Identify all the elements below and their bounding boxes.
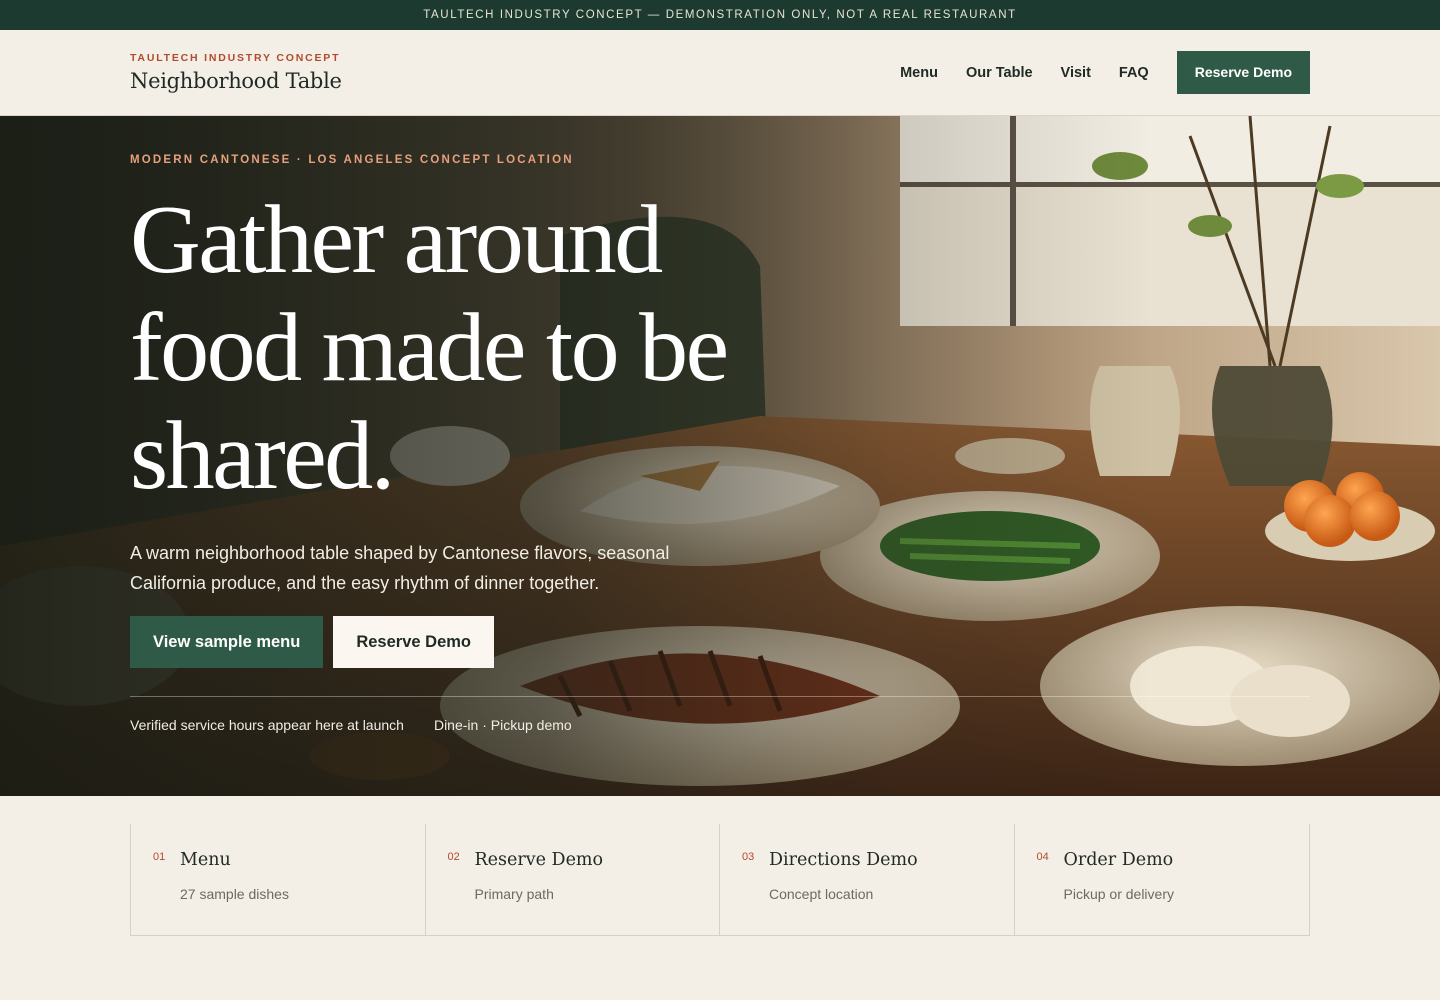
card-title: Reserve Demo (474, 850, 604, 870)
quick-link-directions[interactable]: 03 Directions Demo Concept location (720, 824, 1015, 935)
card-subtitle: Primary path (474, 886, 554, 902)
service-hours-note: Verified service hours appear here at la… (130, 717, 404, 733)
quick-link-reserve[interactable]: 02 Reserve Demo Primary path (426, 824, 720, 935)
hero-section: MODERN CANTONESE · LOS ANGELES CONCEPT L… (0, 116, 1440, 796)
header-reserve-button[interactable]: Reserve Demo (1176, 51, 1310, 94)
quick-links: 01 Menu 27 sample dishes 02 Reserve Demo… (130, 824, 1310, 936)
card-number: 04 (1036, 851, 1049, 863)
demo-disclaimer-banner: TAULTECH INDUSTRY CONCEPT — DEMONSTRATIO… (0, 0, 1440, 30)
card-subtitle: 27 sample dishes (180, 886, 289, 902)
card-number: 02 (447, 851, 460, 863)
hero-title: Gather around food made to be shared. (130, 186, 729, 510)
main-nav: Menu Our Table Visit FAQ Reserve Demo (900, 51, 1310, 94)
nav-link-visit[interactable]: Visit (1061, 65, 1091, 81)
nav-link-our-table[interactable]: Our Table (966, 65, 1033, 81)
hero-eyebrow: MODERN CANTONESE · LOS ANGELES CONCEPT L… (130, 154, 574, 166)
card-number: 03 (742, 851, 755, 863)
quick-link-menu[interactable]: 01 Menu 27 sample dishes (131, 824, 426, 935)
card-subtitle: Concept location (769, 886, 874, 902)
card-title: Menu (180, 850, 231, 870)
banner-text: TAULTECH INDUSTRY CONCEPT — DEMONSTRATIO… (423, 9, 1017, 21)
card-title: Order Demo (1063, 850, 1174, 870)
brand-eyebrow: TAULTECH INDUSTRY CONCEPT (130, 52, 341, 64)
service-modes-note: Dine-in · Pickup demo (433, 717, 572, 733)
brand-name: Neighborhood Table (130, 69, 342, 93)
hero-divider (130, 696, 1310, 697)
quick-link-order[interactable]: 04 Order Demo Pickup or delivery (1015, 824, 1310, 935)
nav-link-menu[interactable]: Menu (900, 65, 938, 81)
brand[interactable]: TAULTECH INDUSTRY CONCEPT Neighborhood T… (130, 52, 342, 93)
card-subtitle: Pickup or delivery (1063, 886, 1175, 902)
hero-subtitle: A warm neighborhood table shaped by Cant… (130, 543, 670, 593)
card-title: Directions Demo (769, 850, 918, 870)
hero-actions: View sample menu Reserve Demo (130, 616, 1310, 668)
hero-meta: Verified service hours appear here at la… (130, 717, 1310, 733)
nav-link-faq[interactable]: FAQ (1119, 65, 1149, 81)
card-number: 01 (153, 851, 166, 863)
hero-content: MODERN CANTONESE · LOS ANGELES CONCEPT L… (130, 116, 1310, 733)
hero-reserve-button[interactable]: Reserve Demo (333, 616, 494, 668)
site-header: TAULTECH INDUSTRY CONCEPT Neighborhood T… (0, 30, 1440, 116)
view-menu-button[interactable]: View sample menu (130, 616, 324, 668)
